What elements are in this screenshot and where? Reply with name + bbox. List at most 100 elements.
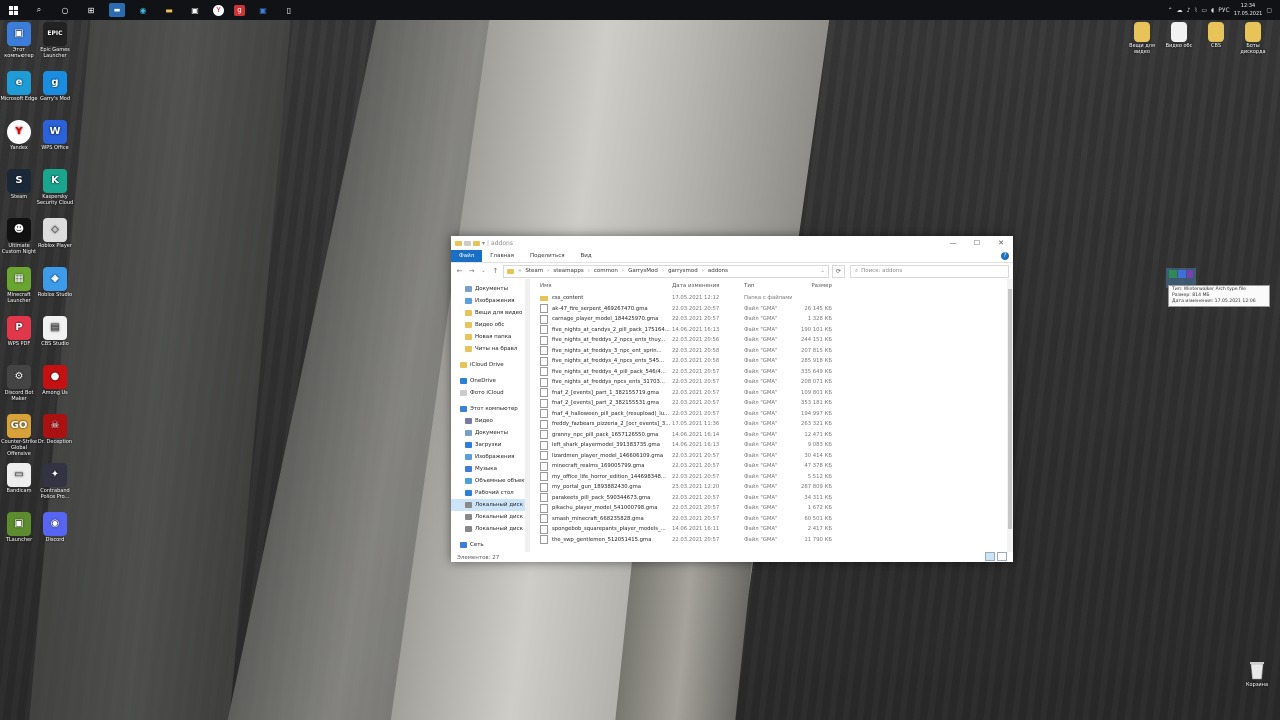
garrys-mod-icon[interactable]: g bbox=[234, 4, 245, 16]
address-dropdown-icon[interactable]: ⌄ bbox=[820, 268, 825, 274]
close-button[interactable]: ✕ bbox=[989, 239, 1013, 247]
desktop-icon[interactable]: GO Counter-Strike Global Offensive bbox=[0, 414, 39, 457]
large-icons-view-icon[interactable] bbox=[997, 552, 1007, 561]
nav-item[interactable]: Рабочий стол bbox=[451, 487, 529, 499]
file-row[interactable]: parakeets_pill_pack_590344673.gma 22.03.2… bbox=[530, 493, 1013, 504]
quick-access-dropdown-icon[interactable]: ▾ bbox=[482, 240, 485, 247]
desktop-icon[interactable]: W WPS Office bbox=[35, 120, 75, 151]
nav-item[interactable]: Документы bbox=[451, 283, 529, 295]
desktop-icon[interactable]: e Microsoft Edge bbox=[0, 71, 39, 102]
file-row[interactable]: fnaf_2_[events]_part_1_382155719.gma 22.0… bbox=[530, 388, 1013, 399]
file-row[interactable]: fnaf_2_[events]_part_2_382155531.gma 22.0… bbox=[530, 398, 1013, 409]
back-arrow-icon[interactable]: ← bbox=[455, 267, 464, 275]
nav-item[interactable]: OneDrive bbox=[451, 375, 529, 387]
desktop-icon[interactable]: ▣ TLauncher bbox=[0, 512, 39, 543]
nav-item[interactable]: Читы на бравл bbox=[451, 343, 529, 355]
scroll-thumb[interactable] bbox=[1008, 289, 1012, 529]
task-view-icon[interactable]: ○ bbox=[57, 3, 73, 17]
nav-item[interactable]: Локальный диск bbox=[451, 523, 529, 535]
desktop-icon[interactable]: Видео обс bbox=[1159, 22, 1199, 49]
address-bar[interactable]: « Steam › steamapps › common › GarrysMod › garry… bbox=[503, 264, 829, 278]
recent-dropdown-icon[interactable]: ⌄ bbox=[479, 268, 488, 274]
folder-icon[interactable]: ▬ bbox=[109, 3, 125, 17]
file-row[interactable]: carnage_player_model_184425970.gma 22.03.… bbox=[530, 314, 1013, 325]
yandex-icon[interactable]: Y bbox=[213, 4, 224, 16]
breadcrumb-item[interactable]: garrysmod bbox=[668, 268, 698, 274]
desktop-icon[interactable]: ⚙ Discord Bot Maker bbox=[0, 365, 39, 402]
nav-item[interactable]: Объемные объекты bbox=[451, 475, 529, 487]
desktop-icon[interactable]: P WPS PDF bbox=[0, 316, 39, 347]
forward-arrow-icon[interactable]: → bbox=[467, 267, 476, 275]
document-icon[interactable]: ▯ bbox=[281, 3, 297, 17]
maximize-button[interactable]: ☐ bbox=[965, 239, 989, 247]
chevron-up-icon[interactable]: ⌃ bbox=[1168, 7, 1173, 14]
nav-item[interactable]: Загрузки bbox=[451, 439, 529, 451]
file-row[interactable]: granny_npc_pill_pack_1657126550.gma 14.06… bbox=[530, 430, 1013, 441]
clock[interactable]: 12:34 17.05.2021 bbox=[1234, 2, 1263, 18]
breadcrumb-item[interactable]: addons bbox=[708, 268, 728, 274]
nav-item[interactable]: Сеть bbox=[451, 539, 529, 551]
file-row[interactable]: minecraft_realms_169005799.gma 22.03.2021… bbox=[530, 461, 1013, 472]
breadcrumb-item[interactable]: steamapps bbox=[553, 268, 583, 274]
column-name[interactable]: Имя bbox=[540, 283, 672, 289]
recycle-bin[interactable]: Корзина bbox=[1240, 660, 1274, 688]
nav-item[interactable]: Документы bbox=[451, 427, 529, 439]
minimize-button[interactable]: — bbox=[941, 239, 965, 247]
file-row[interactable]: five_nights_at_freddys_3_npc_ent_sprin..… bbox=[530, 346, 1013, 357]
file-row[interactable]: my_office_life_horror_edition_144698348.… bbox=[530, 472, 1013, 483]
speaker-icon[interactable]: ♪ bbox=[1187, 7, 1191, 14]
taskbar-app-icon[interactable]: ⊞ bbox=[83, 3, 99, 17]
desktop-icon[interactable]: ◉ Discord bbox=[35, 512, 75, 543]
nav-item[interactable]: Фото iCloud bbox=[451, 387, 529, 399]
desktop-icon[interactable]: Y Yandex bbox=[0, 120, 39, 151]
nav-item[interactable]: Изображения bbox=[451, 451, 529, 463]
desktop-icon[interactable]: ☻ Ultimate Custom Night bbox=[0, 218, 39, 255]
edge-icon[interactable]: ◉ bbox=[135, 3, 151, 17]
wps-icon[interactable]: ▣ bbox=[255, 3, 271, 17]
nav-item[interactable]: Музыка bbox=[451, 463, 529, 475]
ribbon-tab[interactable]: Поделиться bbox=[522, 250, 573, 262]
file-row[interactable]: lizardmen_player_model_146606109.gma 22.0… bbox=[530, 451, 1013, 462]
nav-item[interactable]: Локальный диск bbox=[451, 511, 529, 523]
language-indicator[interactable]: РУС bbox=[1218, 7, 1229, 14]
nav-item[interactable]: Видео обс bbox=[451, 319, 529, 331]
file-explorer-icon[interactable]: ▬ bbox=[161, 3, 177, 17]
file-row[interactable]: freddy_fazbears_pizzeria_2_[ocr_events]_… bbox=[530, 419, 1013, 430]
ribbon-tab[interactable]: Файл bbox=[451, 250, 483, 262]
nav-item[interactable]: Изображения bbox=[451, 295, 529, 307]
refresh-icon[interactable]: ⟳ bbox=[832, 264, 845, 278]
desktop-icon[interactable]: S Steam bbox=[0, 169, 39, 200]
ribbon-tab[interactable]: Главная bbox=[482, 250, 522, 262]
nav-scrollbar[interactable] bbox=[525, 279, 529, 552]
start-windows-icon[interactable] bbox=[5, 3, 21, 17]
file-row[interactable]: five_nights_at_freddys_4_pill_pack_546/4… bbox=[530, 367, 1013, 378]
column-date[interactable]: Дата изменения bbox=[672, 283, 744, 289]
desktop-icon[interactable]: ☠ Dr. Deception bbox=[35, 414, 75, 445]
volume-icon[interactable]: ◖ bbox=[1211, 7, 1214, 14]
desktop-icon[interactable]: ▤ CBS Studio bbox=[35, 316, 75, 347]
desktop-icon[interactable]: ▣ Этот компьютер bbox=[0, 22, 39, 59]
column-size[interactable]: Размер bbox=[792, 283, 832, 289]
nav-item[interactable]: Новая папка bbox=[451, 331, 529, 343]
breadcrumb-item[interactable]: Steam bbox=[525, 268, 543, 274]
file-row[interactable]: five_nights_at_candys_2_pill_pack_175164… bbox=[530, 325, 1013, 336]
file-row[interactable]: left_shark_playermodel_391383735.gma 14.0… bbox=[530, 440, 1013, 451]
search-box[interactable]: ⌕ Поиск: addons bbox=[850, 264, 1009, 278]
battery-icon[interactable]: ▭ bbox=[1201, 7, 1207, 14]
title-bar[interactable]: ▾ | addons — ☐ ✕ bbox=[451, 236, 1013, 250]
help-icon[interactable]: ? bbox=[1001, 252, 1009, 260]
desktop-icon[interactable]: CBS bbox=[1196, 22, 1236, 49]
file-row[interactable]: fnaf_4_halloween_pill_pack_(resupload)_l… bbox=[530, 409, 1013, 420]
file-row[interactable]: the_swp_gentlemen_512051415.gma 22.03.202… bbox=[530, 535, 1013, 546]
desktop-icon[interactable]: Вещи для видео bbox=[1122, 22, 1162, 55]
details-view-icon[interactable] bbox=[985, 552, 995, 561]
breadcrumb-item[interactable]: common bbox=[594, 268, 618, 274]
desktop-icon[interactable]: Боты дискорда bbox=[1233, 22, 1273, 55]
file-row[interactable]: five_nights_at_freddys_2_npcs_ents_thuy.… bbox=[530, 335, 1013, 346]
up-arrow-icon[interactable]: ↑ bbox=[491, 267, 500, 275]
breadcrumb-item[interactable]: GarrysMod bbox=[628, 268, 658, 274]
quick-access-new-folder-icon[interactable] bbox=[473, 240, 480, 246]
cloud-icon[interactable]: ☁ bbox=[1177, 7, 1183, 14]
desktop-icon[interactable]: ▦ Minecraft Launcher bbox=[0, 267, 39, 304]
file-row[interactable]: ak-47_fire_serpent_469267470.gma 22.03.20… bbox=[530, 304, 1013, 315]
